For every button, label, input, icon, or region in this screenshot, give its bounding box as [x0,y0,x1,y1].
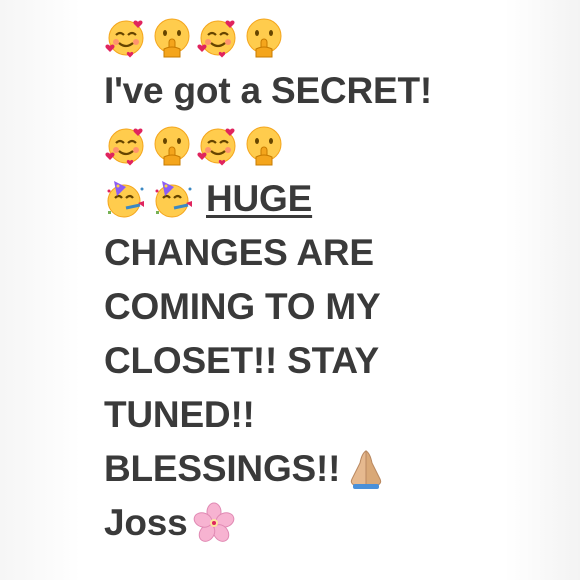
coming-line: COMING TO MY [104,286,381,327]
closet-line: CLOSET!! STAY [104,340,379,381]
changes-line: CHANGES ARE [104,232,374,273]
folded-hands-icon [344,447,388,491]
emoji-row-1 [104,10,544,64]
secret-line: I've got a SECRET! [104,70,432,111]
shushing-face-icon [150,123,194,167]
emoji-row-2 [104,118,544,172]
smiling-face-with-hearts-icon [196,15,240,59]
partying-face-icon [152,177,196,221]
partying-face-icon [104,177,148,221]
shushing-face-icon [150,15,194,59]
signature-text: Joss [104,502,188,543]
shushing-face-icon [242,15,286,59]
blessings-line: BLESSINGS!! [104,442,544,496]
smiling-face-with-hearts-icon [104,123,148,167]
post-image: I've got a SECRET! HUGE CHANGES ARE COMI… [0,0,580,580]
huge-line: HUGE [104,172,544,226]
smiling-face-with-hearts-icon [104,15,148,59]
cherry-blossom-icon [192,501,236,545]
blessings-text: BLESSINGS!! [104,448,341,489]
signature-line: Joss [104,496,544,550]
tuned-line: TUNED!! [104,394,255,435]
note-text-block: I've got a SECRET! HUGE CHANGES ARE COMI… [104,10,544,550]
huge-word: HUGE [206,178,313,219]
shushing-face-icon [242,123,286,167]
smiling-face-with-hearts-icon [196,123,240,167]
